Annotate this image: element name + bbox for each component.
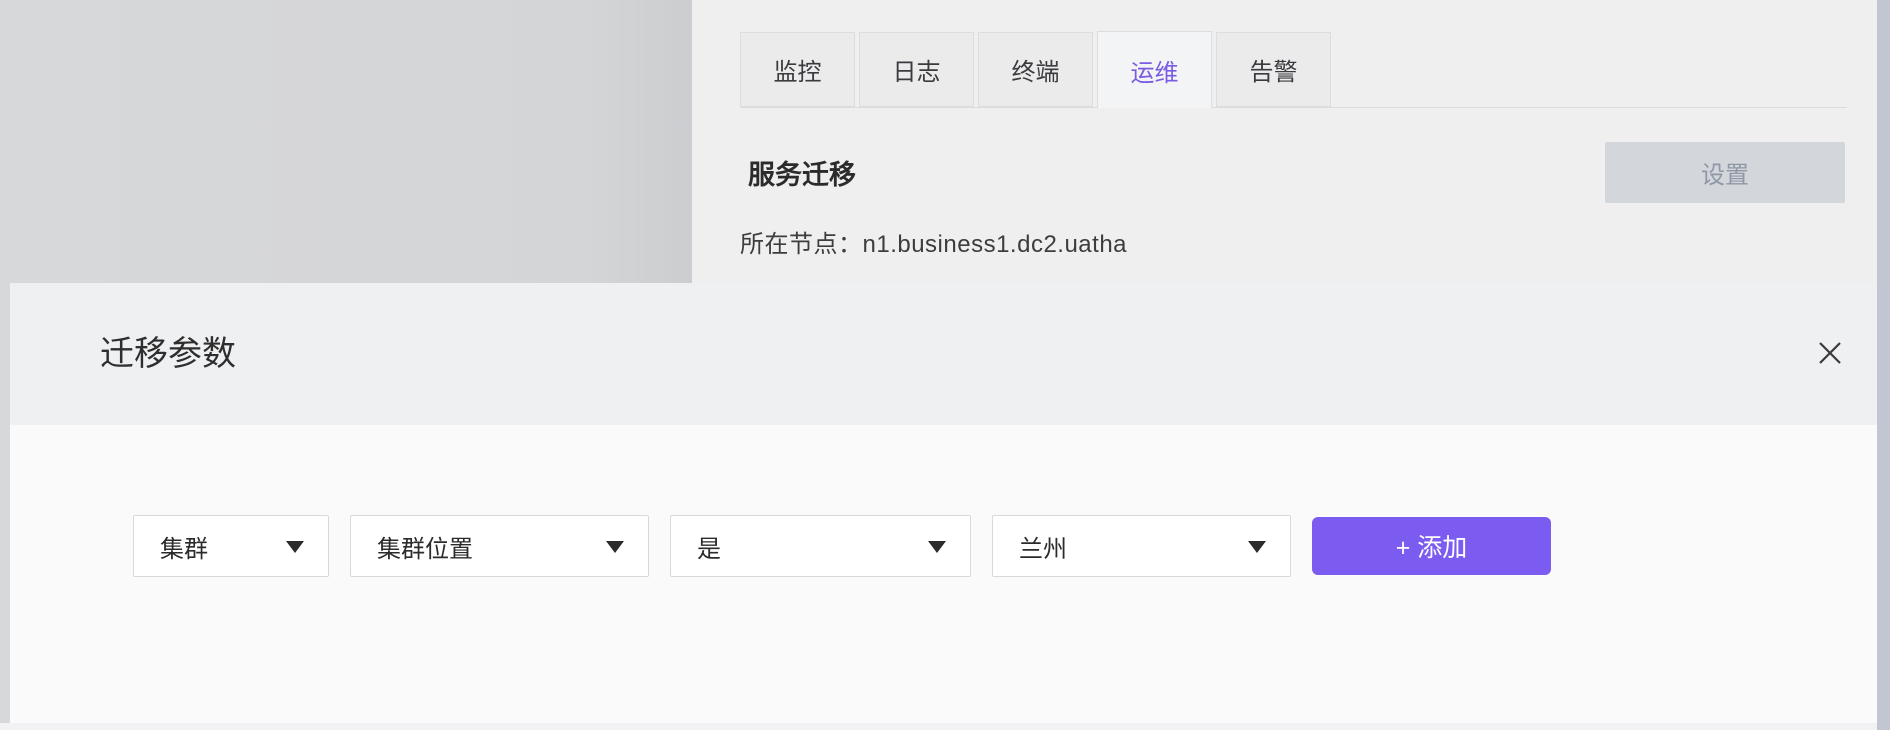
cluster-select[interactable]: 集群 <box>133 515 329 577</box>
chevron-down-icon <box>1248 541 1266 553</box>
cluster-location-select-value: 集群位置 <box>377 529 473 564</box>
chevron-down-icon <box>606 541 624 553</box>
condition-select[interactable]: 是 <box>670 515 971 577</box>
vertical-scrollbar[interactable] <box>1877 0 1890 730</box>
value-select-value: 兰州 <box>1019 529 1067 564</box>
migration-filter-row: 集群 集群位置 是 兰州 + 添加 <box>133 515 1551 577</box>
close-icon <box>1817 340 1843 369</box>
tab-operations[interactable]: 运维 <box>1097 31 1212 108</box>
close-button[interactable] <box>1813 337 1847 371</box>
tab-bar: 监控 日志 终端 运维 告警 <box>740 32 1847 108</box>
migration-params-drawer: 迁移参数 集群 集群位置 是 <box>10 283 1877 723</box>
current-node-text: 所在节点：n1.business1.dc2.uatha <box>740 224 1127 259</box>
chevron-down-icon <box>928 541 946 553</box>
section-title: 服务迁移 <box>748 153 856 192</box>
service-migration-section-header: 服务迁移 设置 <box>748 142 1845 203</box>
tab-logs[interactable]: 日志 <box>859 32 974 107</box>
value-select[interactable]: 兰州 <box>992 515 1291 577</box>
chevron-down-icon <box>286 541 304 553</box>
condition-select-value: 是 <box>697 529 721 564</box>
drawer-header: 迁移参数 <box>10 283 1877 425</box>
drawer-title: 迁移参数 <box>100 283 236 425</box>
add-button[interactable]: + 添加 <box>1312 517 1551 575</box>
tab-terminal[interactable]: 终端 <box>978 32 1093 107</box>
cluster-location-select[interactable]: 集群位置 <box>350 515 649 577</box>
tab-monitoring[interactable]: 监控 <box>740 32 855 107</box>
settings-button[interactable]: 设置 <box>1605 142 1845 203</box>
drawer-body: 集群 集群位置 是 兰州 + 添加 <box>10 425 1877 723</box>
tab-alerts[interactable]: 告警 <box>1216 32 1331 107</box>
cluster-select-value: 集群 <box>160 529 208 564</box>
horizontal-scrollbar-track[interactable] <box>0 723 1877 730</box>
